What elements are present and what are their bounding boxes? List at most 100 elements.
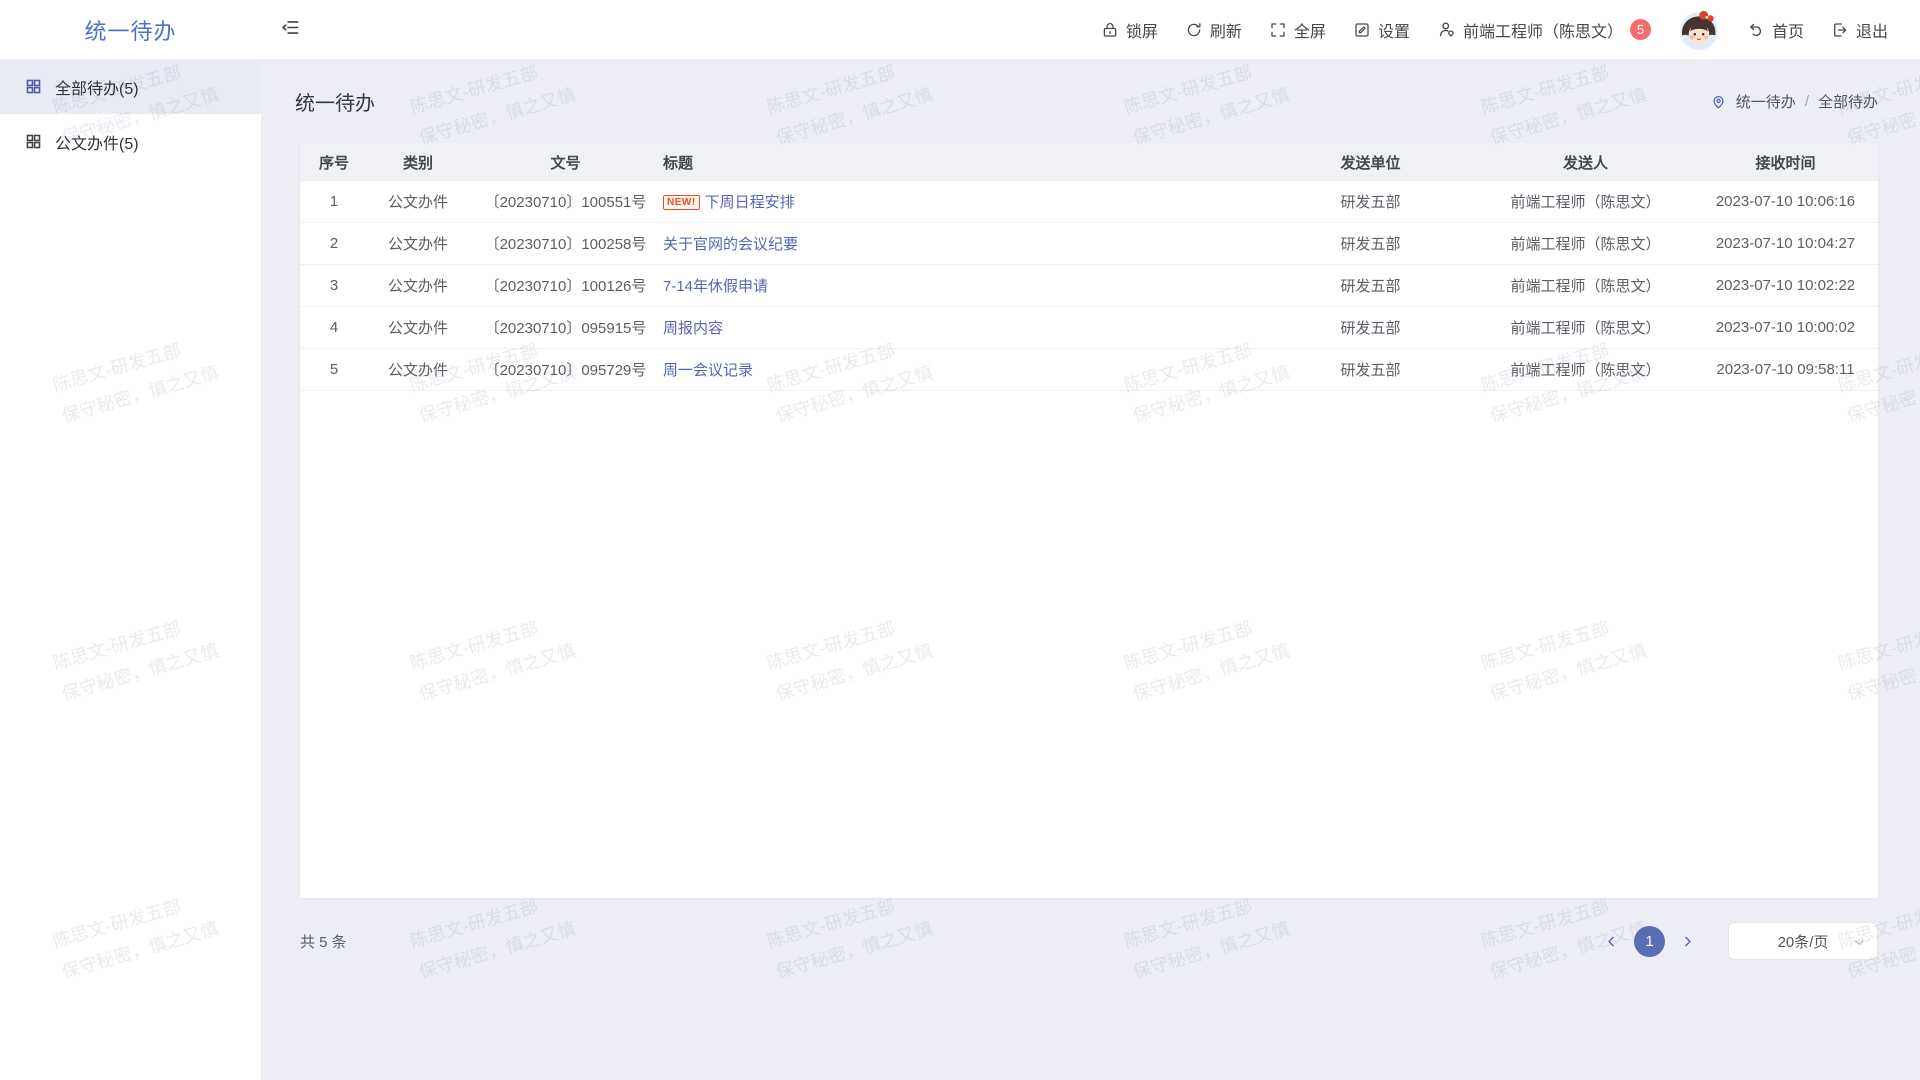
- col-category: 类别: [368, 143, 468, 181]
- user-icon: [1437, 20, 1456, 39]
- app-root: 统一待办 锁屏: [0, 0, 1920, 1080]
- page-size-label: 20条/页: [1778, 931, 1829, 952]
- cell-doc-no: 〔20230710〕100126号: [468, 265, 663, 307]
- col-unit: 发送单位: [1263, 143, 1478, 181]
- cell-title: NEW!周一会议记录: [663, 349, 1263, 391]
- sidebar-item-all-todos[interactable]: 全部待办(5): [0, 59, 261, 114]
- grid-icon: [25, 133, 42, 150]
- header-actions: 锁屏 刷新 全屏: [1101, 9, 1920, 51]
- fullscreen-icon: [1269, 21, 1287, 39]
- table-row: 4 公文办件 〔20230710〕095915号 NEW!周报内容 研发五部 前…: [300, 307, 1878, 349]
- cell-doc-no: 〔20230710〕100551号: [468, 181, 663, 223]
- table-row: 1 公文办件 〔20230710〕100551号 NEW!下周日程安排 研发五部…: [300, 181, 1878, 223]
- cell-index: 2: [300, 223, 368, 265]
- home-label: 首页: [1772, 18, 1804, 42]
- todo-table-card: 序号 类别 文号 标题 发送单位 发送人 接收时间 1 公文办件 〔202307…: [300, 143, 1878, 898]
- grid-icon: [25, 78, 42, 95]
- avatar[interactable]: [1678, 9, 1720, 51]
- cell-index: 4: [300, 307, 368, 349]
- col-title: 标题: [663, 143, 1263, 181]
- cell-title: NEW!7-14年休假申请: [663, 265, 1263, 307]
- logout-icon: [1831, 21, 1849, 39]
- location-pin-icon: [1710, 93, 1727, 110]
- breadcrumb-root[interactable]: 统一待办: [1736, 91, 1796, 112]
- table-body: 1 公文办件 〔20230710〕100551号 NEW!下周日程安排 研发五部…: [300, 181, 1878, 391]
- cell-unit: 研发五部: [1263, 307, 1478, 349]
- chevron-down-icon: [1853, 936, 1866, 949]
- total-count-label: 共 5 条: [300, 931, 347, 952]
- col-time: 接收时间: [1693, 143, 1878, 181]
- cell-time: 2023-07-10 10:04:27: [1693, 223, 1878, 265]
- fullscreen-label: 全屏: [1294, 18, 1326, 42]
- doc-title-link[interactable]: 7-14年休假申请: [663, 278, 768, 295]
- table-row: 2 公文办件 〔20230710〕100258号 NEW!关于官网的会议纪要 研…: [300, 223, 1878, 265]
- cell-sender: 前端工程师（陈思文）: [1478, 223, 1693, 265]
- settings-button[interactable]: 设置: [1353, 18, 1410, 42]
- pagination-bar: 共 5 条 1 20条/页: [300, 920, 1878, 962]
- doc-title-link[interactable]: 周报内容: [663, 320, 723, 337]
- cell-index: 3: [300, 265, 368, 307]
- lock-screen-button[interactable]: 锁屏: [1101, 18, 1158, 42]
- page-title: 统一待办: [295, 87, 375, 116]
- breadcrumb-current: 全部待办: [1818, 91, 1878, 112]
- sidebar: 全部待办(5) 公文办件(5): [0, 59, 261, 1080]
- sidebar-item-official-docs[interactable]: 公文办件(5): [0, 114, 261, 169]
- menu-fold-icon: [281, 18, 300, 42]
- next-page-button[interactable]: [1680, 934, 1695, 949]
- page-size-select[interactable]: 20条/页: [1728, 922, 1878, 960]
- refresh-button[interactable]: 刷新: [1185, 18, 1242, 42]
- refresh-icon: [1185, 21, 1203, 39]
- new-badge: NEW!: [663, 195, 700, 210]
- settings-label: 设置: [1378, 18, 1410, 42]
- user-menu[interactable]: 前端工程师（陈思文） 5: [1437, 18, 1651, 42]
- cell-title: NEW! 下周日程安排: [663, 181, 1263, 223]
- col-sender: 发送人: [1478, 143, 1693, 181]
- breadcrumb: 统一待办 / 全部待办: [1710, 91, 1878, 112]
- cell-sender: 前端工程师（陈思文）: [1478, 181, 1693, 223]
- doc-title-link[interactable]: 周一会议记录: [663, 362, 753, 379]
- lock-icon: [1101, 21, 1119, 39]
- home-button[interactable]: 首页: [1747, 18, 1804, 42]
- cell-time: 2023-07-10 10:02:22: [1693, 265, 1878, 307]
- refresh-label: 刷新: [1210, 18, 1242, 42]
- sidebar-collapse-button[interactable]: [281, 18, 300, 42]
- logout-label: 退出: [1856, 18, 1888, 42]
- cell-time: 2023-07-10 10:00:02: [1693, 307, 1878, 349]
- doc-title-link[interactable]: 下周日程安排: [705, 194, 795, 211]
- table-row: 5 公文办件 〔20230710〕095729号 NEW!周一会议记录 研发五部…: [300, 349, 1878, 391]
- cell-sender: 前端工程师（陈思文）: [1478, 349, 1693, 391]
- cell-unit: 研发五部: [1263, 223, 1478, 265]
- col-doc-no: 文号: [468, 143, 663, 181]
- todo-table: 序号 类别 文号 标题 发送单位 发送人 接收时间 1 公文办件 〔202307…: [300, 143, 1878, 391]
- doc-title-link[interactable]: 关于官网的会议纪要: [663, 236, 798, 253]
- app-logo: 统一待办: [0, 14, 261, 46]
- back-home-icon: [1747, 21, 1765, 39]
- cell-category: 公文办件: [368, 181, 468, 223]
- fullscreen-button[interactable]: 全屏: [1269, 18, 1326, 42]
- settings-icon: [1353, 21, 1371, 39]
- content-header: 统一待办 统一待办 / 全部待办: [261, 59, 1920, 143]
- cell-title: NEW!关于官网的会议纪要: [663, 223, 1263, 265]
- col-index: 序号: [300, 143, 368, 181]
- cell-sender: 前端工程师（陈思文）: [1478, 265, 1693, 307]
- cell-unit: 研发五部: [1263, 349, 1478, 391]
- cell-time: 2023-07-10 10:06:16: [1693, 181, 1878, 223]
- lock-screen-label: 锁屏: [1126, 18, 1158, 42]
- logout-button[interactable]: 退出: [1831, 18, 1888, 42]
- breadcrumb-separator: /: [1805, 93, 1809, 110]
- table-header-row: 序号 类别 文号 标题 发送单位 发送人 接收时间: [300, 143, 1878, 181]
- cell-index: 5: [300, 349, 368, 391]
- sidebar-item-label: 公文办件(5): [55, 130, 139, 154]
- prev-page-button[interactable]: [1604, 934, 1619, 949]
- user-name-label: 前端工程师（陈思文）: [1463, 18, 1623, 42]
- cell-unit: 研发五部: [1263, 181, 1478, 223]
- cell-category: 公文办件: [368, 349, 468, 391]
- page-1-button[interactable]: 1: [1634, 926, 1665, 957]
- cell-doc-no: 〔20230710〕095729号: [468, 349, 663, 391]
- cell-category: 公文办件: [368, 223, 468, 265]
- cell-doc-no: 〔20230710〕095915号: [468, 307, 663, 349]
- pager: 1 20条/页: [1604, 922, 1878, 960]
- cell-category: 公文办件: [368, 307, 468, 349]
- todo-count-badge: 5: [1630, 19, 1651, 40]
- cell-unit: 研发五部: [1263, 265, 1478, 307]
